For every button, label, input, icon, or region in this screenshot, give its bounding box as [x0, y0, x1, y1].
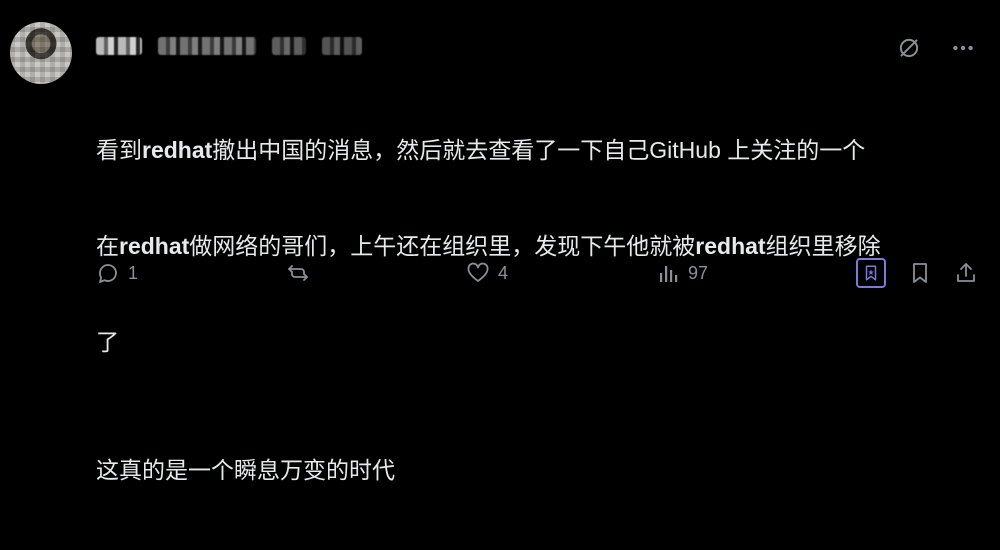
views-count: 97 — [687, 262, 709, 283]
post-line-4: 这真的是一个瞬息万变的时代 — [96, 457, 395, 483]
share-icon — [957, 263, 975, 282]
avatar[interactable] — [10, 22, 72, 84]
repost-button[interactable] — [286, 261, 318, 285]
like-count: 4 — [497, 262, 508, 283]
like-button[interactable]: 4 — [466, 261, 508, 285]
reply-count: 1 — [128, 262, 139, 283]
post-card[interactable]: 看到redhat撤出中国的消息，然后就去查看了一下自己GitHub 上关注的一个… — [0, 0, 1000, 483]
more-icon[interactable] — [948, 33, 978, 63]
post-secondary-actions — [856, 258, 978, 288]
views-icon — [659, 266, 678, 282]
post-text: 看到redhat撤出中国的消息，然后就去查看了一下自己GitHub 上关注的一个… — [96, 70, 966, 550]
bookmark-button[interactable] — [856, 258, 886, 288]
post-line-1: 看到redhat撤出中国的消息，然后就去查看了一下自己GitHub 上关注的一个 — [96, 137, 866, 163]
reply-icon — [99, 264, 117, 283]
author-row[interactable] — [96, 33, 362, 59]
share-button[interactable] — [954, 261, 978, 285]
bookmark-icon — [865, 265, 877, 281]
post-actions: 1 4 97 — [96, 256, 978, 290]
author-display-name[interactable] — [96, 37, 142, 55]
repost-icon — [288, 265, 308, 281]
post-time[interactable] — [322, 37, 362, 55]
post-line-3: 了 — [96, 329, 119, 355]
like-icon — [467, 262, 489, 282]
views-button[interactable]: 97 — [656, 261, 708, 285]
post-header-actions — [894, 33, 978, 63]
save-icon — [913, 263, 927, 283]
save-button[interactable] — [908, 261, 932, 285]
reply-button[interactable]: 1 — [96, 261, 138, 285]
grok-icon[interactable] — [894, 33, 924, 63]
author-handle[interactable] — [158, 37, 256, 55]
author-meta — [272, 37, 306, 55]
